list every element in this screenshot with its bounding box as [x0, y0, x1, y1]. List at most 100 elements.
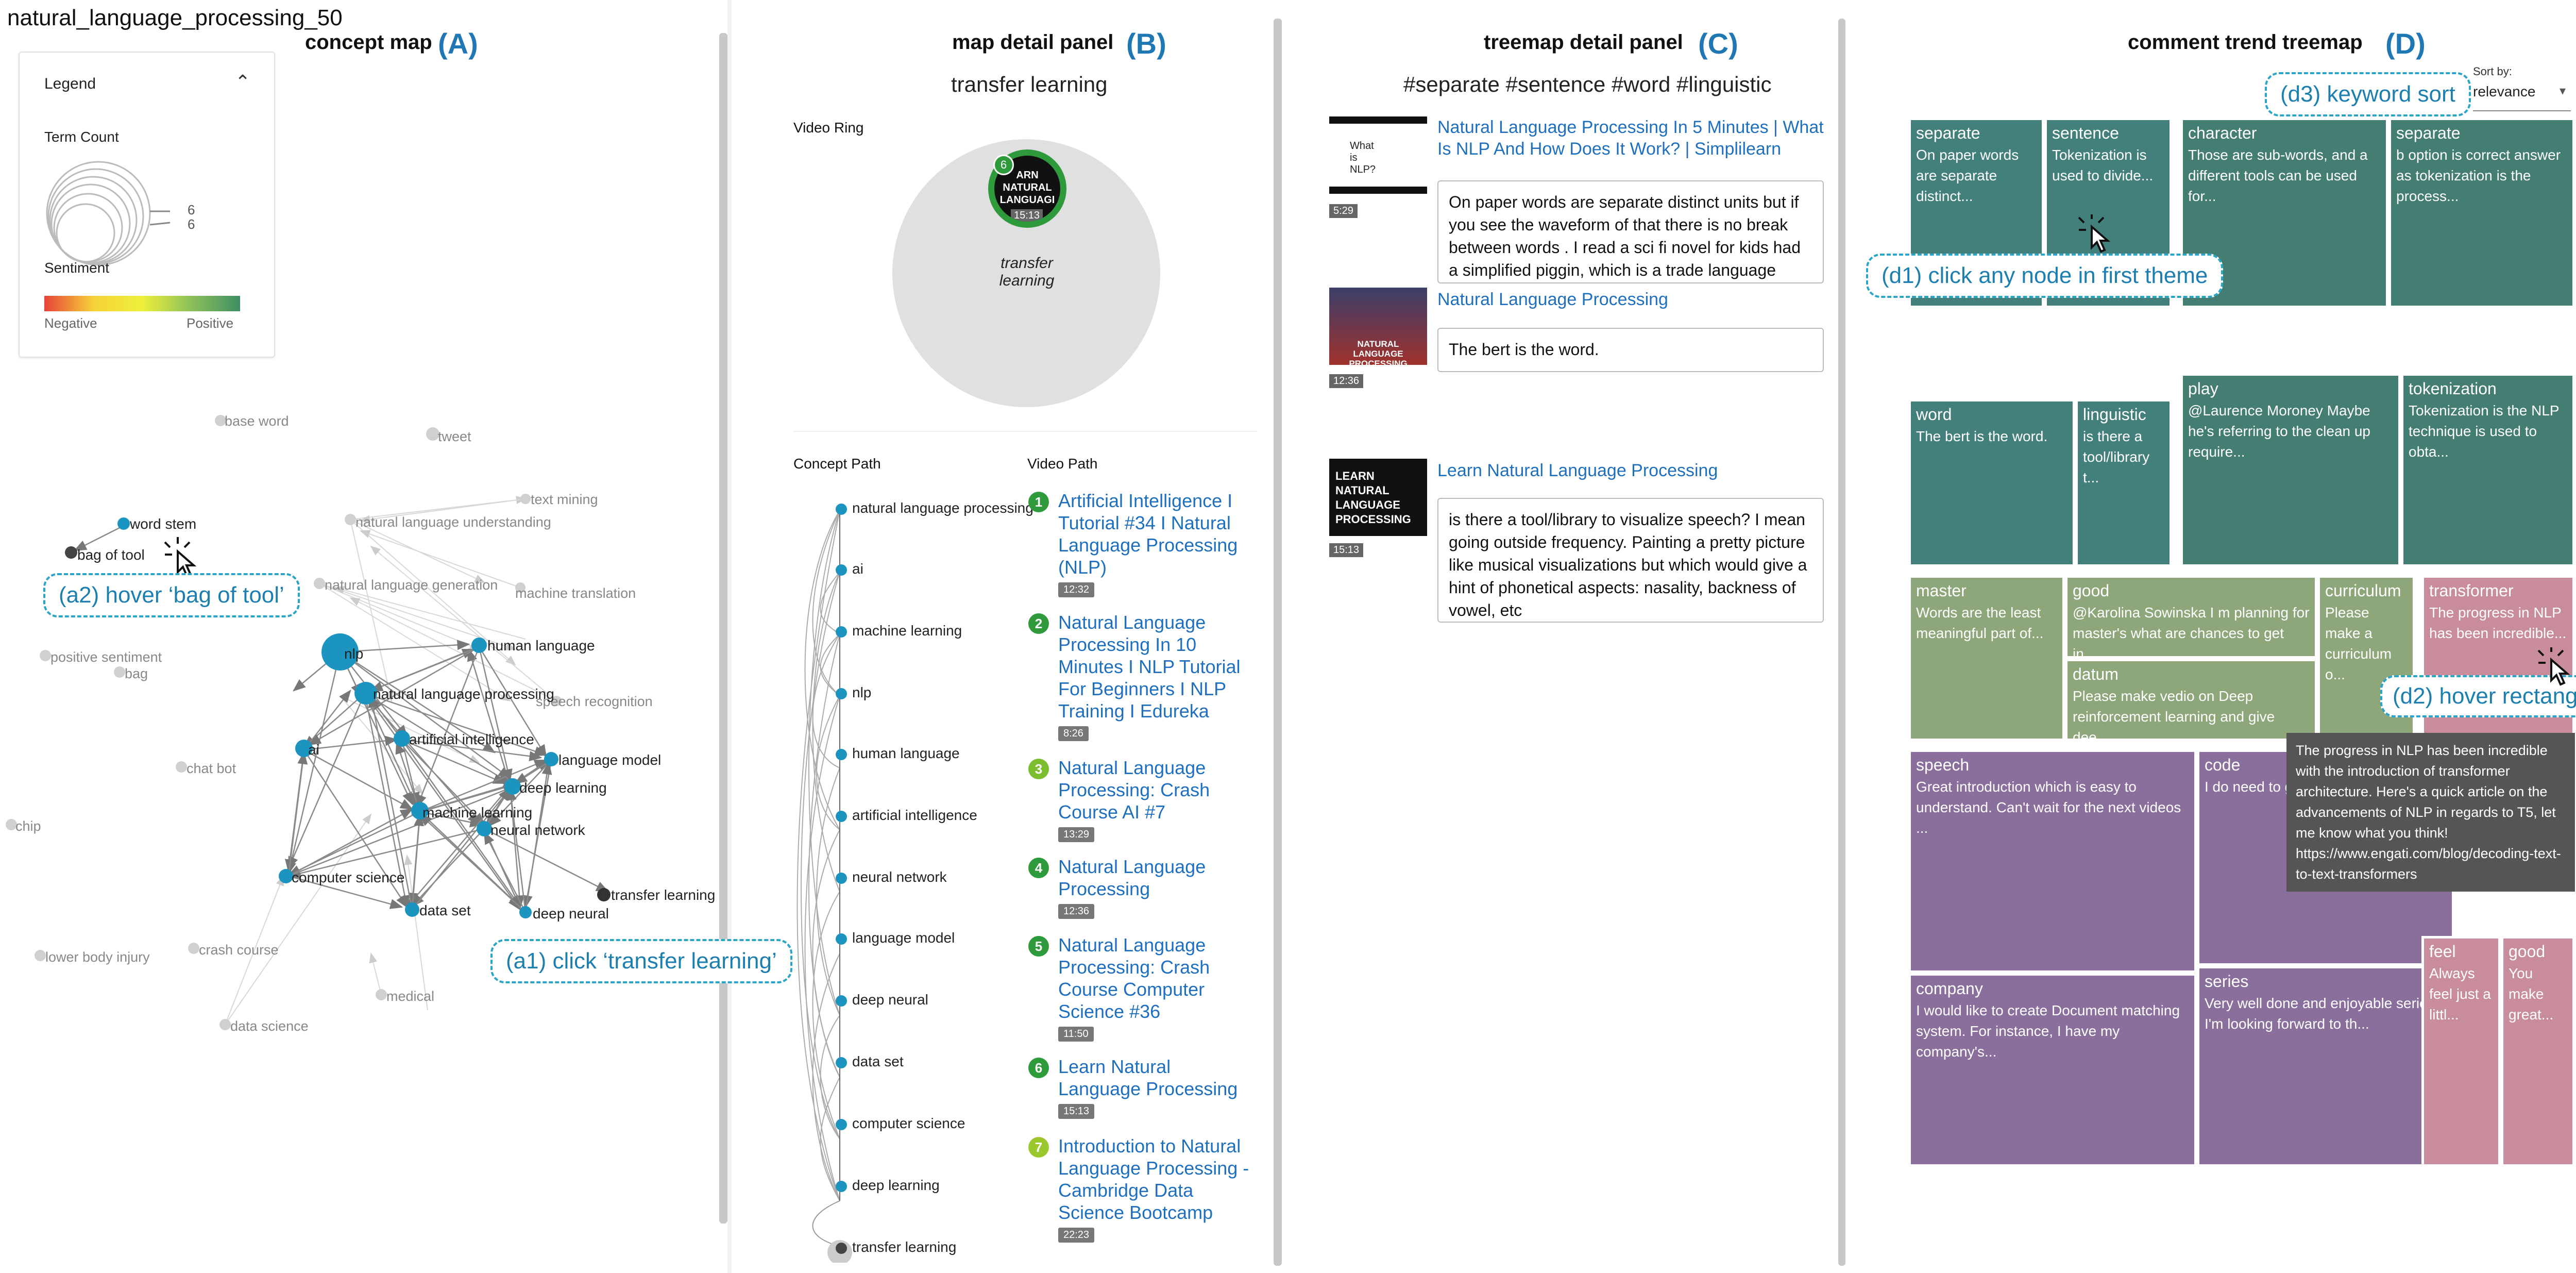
video-path-item[interactable]: 6 Learn Natural Language Processing 15:13 — [1028, 1056, 1255, 1119]
concept-path-node[interactable] — [836, 1181, 847, 1192]
video-path-title[interactable]: Introduction to Natural Language Process… — [1058, 1135, 1255, 1224]
concept-path-label-item: transfer learning — [852, 1239, 957, 1255]
video-path-item[interactable]: 2 Natural Language Processing In 10 Minut… — [1028, 611, 1255, 741]
treemap-detail-subtitle: #separate #sentence #word #linguistic — [1403, 72, 1772, 96]
treemap-rect-good[interactable]: good @Karolina Sowinska I m planning for … — [2065, 575, 2317, 659]
video-path-duration: 8:26 — [1058, 726, 1089, 741]
concept-path-node[interactable] — [836, 1243, 847, 1254]
map-detail-subtitle: transfer learning — [951, 72, 1108, 96]
node-lower-body-injury[interactable]: lower body injury — [45, 949, 150, 965]
sort-select[interactable]: relevance ▾ — [2473, 83, 2571, 111]
panel-divider-ab[interactable] — [719, 33, 727, 1224]
panel-divider-cd[interactable] — [1838, 19, 1845, 1266]
treemap-comment: Those are sub-words, and a different too… — [2188, 147, 2368, 204]
node-natural-language-understanding[interactable]: natural language understanding — [355, 514, 551, 530]
treemap-rect-speech[interactable]: speech Great introduction which is easy t… — [1908, 749, 2197, 973]
treemap-rect-separate[interactable]: separate b option is correct answer as to… — [2388, 118, 2575, 308]
video-title-2[interactable]: Natural Language Processing — [1437, 289, 1829, 310]
video-path-badge: 1 — [1028, 492, 1049, 512]
treemap-rect-good[interactable]: good You make great... — [2501, 936, 2575, 1167]
node-chat-bot[interactable]: chat bot — [187, 761, 236, 776]
comment-box-2[interactable]: The bert is the word. — [1437, 328, 1824, 372]
treemap-rect-tokenization[interactable]: tokenization Tokenization is the NLP tech… — [2401, 373, 2575, 567]
node-crash-course[interactable]: crash course — [199, 942, 279, 958]
node-word-stem[interactable]: word stem — [129, 516, 196, 532]
treemap-rect-word[interactable]: word The bert is the word. — [1908, 399, 2075, 567]
node-tweet[interactable]: tweet — [438, 429, 471, 444]
video-thumbnail-2[interactable]: NATURAL LANGUAGE PROCESSING — [1329, 288, 1427, 365]
concept-path-node[interactable] — [836, 749, 847, 760]
treemap-rect-datum[interactable]: datum Please make vedio on Deep reinforce… — [2065, 659, 2317, 741]
treemap-comment: is there a tool/library t... — [2083, 428, 2150, 485]
node-artificial-intelligence[interactable]: artificial intelligence — [409, 731, 534, 747]
video-path-item[interactable]: 4 Natural Language Processing 12:36 — [1028, 856, 1255, 919]
legend-collapse-icon[interactable]: ⌃ — [235, 71, 250, 93]
video-path-title[interactable]: Natural Language Processing — [1058, 856, 1255, 900]
node-machine-learning[interactable]: machine learning — [422, 805, 532, 820]
treemap-rect-company[interactable]: company I would like to create Document m… — [1908, 973, 2197, 1167]
video-path-item[interactable]: 3 Natural Language Processing: Crash Cour… — [1028, 757, 1255, 842]
concept-path-node[interactable] — [836, 626, 847, 638]
node-medical[interactable]: medical — [386, 989, 434, 1004]
video-title-3[interactable]: Learn Natural Language Processing — [1437, 460, 1829, 481]
video-path-item[interactable]: 7 Introduction to Natural Language Proces… — [1028, 1135, 1255, 1243]
concept-path-node[interactable] — [836, 995, 847, 1007]
video-thumbnail-3[interactable]: LEARN NATURAL LANGUAGE PROCESSING — [1329, 459, 1427, 536]
node-data-set[interactable]: data set — [419, 902, 471, 918]
video-path-title[interactable]: Natural Language Processing: Crash Cours… — [1058, 757, 1255, 823]
node-human-language[interactable]: human language — [487, 638, 595, 654]
node-neural-network[interactable]: neural network — [490, 822, 586, 838]
legend-term-count-label: Term Count — [44, 129, 119, 145]
concept-path-node[interactable] — [836, 564, 847, 576]
video-path-title[interactable]: Artificial Intelligence I Tutorial #34 I… — [1058, 490, 1255, 578]
video-title-1[interactable]: Natural Language Processing In 5 Minutes… — [1437, 116, 1829, 160]
node-natural-language-processing[interactable]: natural language processing — [373, 686, 554, 702]
video-path-title[interactable]: Natural Language Processing: Crash Cours… — [1058, 934, 1255, 1023]
node-bag-of-tool[interactable]: bag of tool — [77, 547, 145, 563]
node-bag[interactable]: bag — [125, 666, 148, 681]
node-natural-language-generation[interactable]: natural language generation — [325, 577, 498, 593]
video-path-item[interactable]: 5 Natural Language Processing: Crash Cour… — [1028, 934, 1255, 1042]
node-data-science[interactable]: data science — [230, 1018, 309, 1034]
video-thumbnail-1[interactable]: What is NLP? — [1329, 116, 1427, 194]
node-deep-neural[interactable]: deep neural — [533, 906, 609, 922]
treemap-rect-series[interactable]: series Very well done and enjoyable serie… — [2197, 966, 2454, 1167]
treemap-rect-master[interactable]: master Words are the least meaningful par… — [1908, 575, 2065, 741]
node-chip[interactable]: chip — [15, 818, 41, 834]
node-ai[interactable]: ai — [308, 742, 319, 758]
concept-path-node[interactable] — [836, 873, 847, 884]
node-positive-sentiment[interactable]: positive sentiment — [50, 649, 162, 665]
treemap-rect-feel[interactable]: feel Always feel just a littl... — [2421, 936, 2501, 1167]
video-path-duration: 22:23 — [1058, 1228, 1095, 1243]
video-path-duration: 12:32 — [1058, 582, 1095, 597]
concept-path-node[interactable] — [836, 504, 847, 515]
concept-path-node[interactable] — [836, 688, 847, 699]
treemap-comment: b option is correct answer as tokenizati… — [2396, 147, 2561, 204]
ring-video-thumbnail[interactable]: ARN NATURAL LANGUAGI 15:13 6 — [988, 149, 1066, 228]
treemap-rect-linguistic[interactable]: linguistic is there a tool/library t... — [2075, 399, 2172, 567]
node-machine-translation[interactable]: machine translation — [515, 585, 636, 601]
concept-path-node[interactable] — [836, 811, 847, 822]
node-language-model[interactable]: language model — [558, 752, 661, 768]
panel-divider-bc[interactable] — [1274, 19, 1282, 1266]
concept-path-label-item: data set — [852, 1053, 904, 1069]
concept-path-node[interactable] — [836, 933, 847, 945]
comment-box-1[interactable]: On paper words are separate distinct uni… — [1437, 180, 1824, 283]
chevron-down-icon: ▾ — [2559, 84, 2566, 98]
video-path-title[interactable]: Learn Natural Language Processing — [1058, 1056, 1255, 1100]
treemap-rect-play[interactable]: play @Laurence Moroney Maybe he's referri… — [2180, 373, 2401, 567]
video-path-item[interactable]: 1 Artificial Intelligence I Tutorial #34 … — [1028, 490, 1255, 597]
comment-box-3[interactable]: is there a tool/library to visualize spe… — [1437, 498, 1824, 623]
video-path-duration: 15:13 — [1058, 1104, 1095, 1119]
concept-path-node[interactable] — [836, 1057, 847, 1068]
concept-path-node[interactable] — [836, 1119, 847, 1130]
node-transfer-learning[interactable]: transfer learning — [611, 887, 715, 903]
node-deep-learning[interactable]: deep learning — [519, 780, 607, 796]
legend-term-count-min: 6 — [188, 216, 195, 232]
node-computer-science[interactable]: computer science — [292, 869, 404, 885]
node-text-mining[interactable]: text mining — [531, 492, 598, 507]
node-base-word[interactable]: base word — [225, 413, 289, 429]
panel-b-label: (B) — [1126, 27, 1166, 60]
node-nlp[interactable]: nlp — [344, 646, 363, 662]
video-path-title[interactable]: Natural Language Processing In 10 Minute… — [1058, 611, 1255, 722]
